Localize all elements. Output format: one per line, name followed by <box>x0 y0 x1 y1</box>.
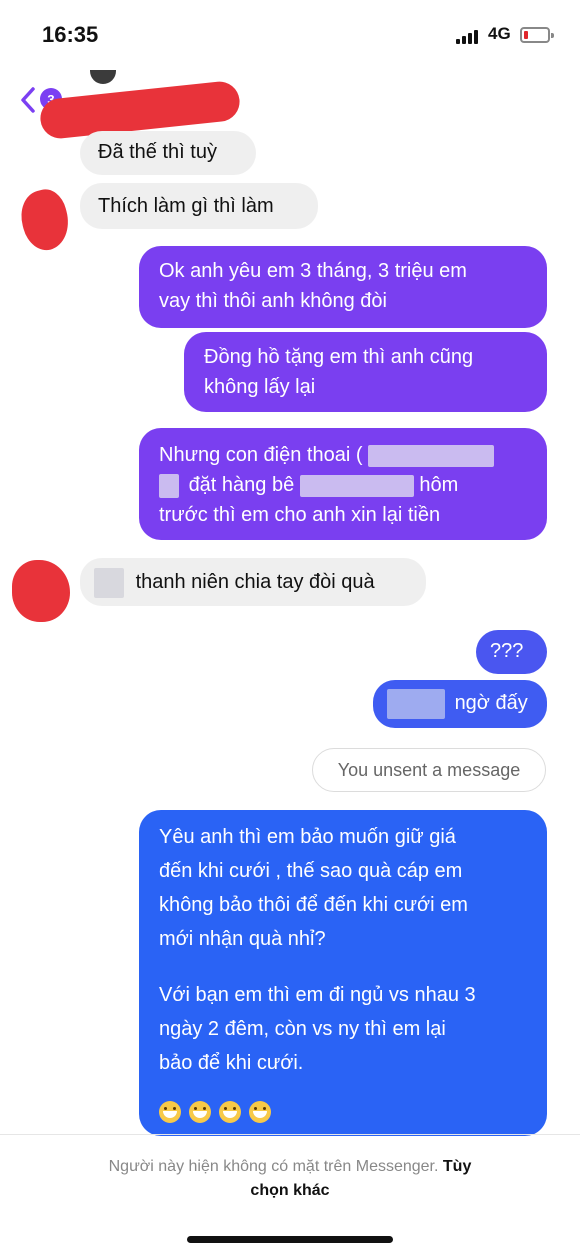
battery-icon <box>520 27 554 43</box>
redacted-avatar <box>15 185 75 255</box>
message-bubble-incoming[interactable]: Đã thế thì tuỳ <box>80 131 256 175</box>
message-text: Thích làm gì thì làm <box>98 195 274 217</box>
message-line: trước thì em cho anh xin lại tiền <box>159 504 441 526</box>
blurred-text <box>94 567 124 598</box>
grinning-face-icon <box>249 1100 271 1123</box>
footer-text: Người này hiện không có mặt trên Messeng… <box>108 1158 439 1175</box>
message-line: Ok anh yêu em 3 tháng, 3 triệu em <box>159 260 467 282</box>
message-line: ngày 2 đêm, còn vs ny thì em lại <box>159 1018 446 1040</box>
offline-footer: Người này hiện không có mặt trên Messeng… <box>0 1134 580 1224</box>
message-line: không bảo thôi để đến khi cưới em <box>159 894 468 916</box>
message-bubble-incoming[interactable]: Thích làm gì thì làm <box>80 183 318 229</box>
message-bubble-outgoing[interactable]: Nhưng con điện thoai ( đặt hàng bê hôm t… <box>139 428 547 540</box>
message-bubble-outgoing[interactable]: Yêu anh thì em bảo muốn giữ giá đến khi … <box>139 810 547 1136</box>
message-text: ngờ đấy <box>454 692 528 714</box>
message-bubble-incoming[interactable]: thanh niên chia tay đòi quà <box>80 558 426 606</box>
message-bubble-outgoing[interactable]: ngờ đấy <box>373 680 547 728</box>
status-bar: 16:35 4G <box>0 0 580 70</box>
signal-icon <box>456 30 482 44</box>
message-line: đến khi cưới , thế sao quà cáp em <box>159 860 463 882</box>
message-line: không lấy lại <box>204 376 316 398</box>
message-line: Nhưng con điện thoai ( <box>159 440 527 470</box>
back-arrow-icon[interactable] <box>18 86 38 114</box>
blurred-text <box>387 688 445 719</box>
message-line: bảo để khi cưới. <box>159 1052 304 1074</box>
message-line: Đồng hồ tặng em thì anh cũng <box>204 346 474 368</box>
unsent-message-notice: You unsent a message <box>312 748 546 792</box>
blurred-text <box>159 473 179 498</box>
network-type: 4G <box>488 24 511 43</box>
grinning-face-icon <box>159 1100 181 1123</box>
other-options-link[interactable]: chọn khác <box>250 1182 329 1199</box>
redacted-avatar <box>12 560 70 622</box>
emoji-row <box>159 1094 527 1128</box>
message-line: Với bạn em thì em đi ngủ vs nhau 3 <box>159 984 476 1006</box>
message-bubble-outgoing[interactable]: Ok anh yêu em 3 tháng, 3 triệu em vay th… <box>139 246 547 328</box>
blurred-text <box>299 474 414 497</box>
grinning-face-icon <box>189 1100 211 1123</box>
blurred-text <box>368 444 495 467</box>
avatar[interactable] <box>90 70 116 84</box>
home-indicator[interactable] <box>187 1236 393 1243</box>
message-line: vay thì thôi anh không đòi <box>159 290 387 312</box>
message-text: ??? <box>490 640 524 662</box>
message-bubble-outgoing[interactable]: ??? <box>476 630 547 674</box>
message-line: Yêu anh thì em bảo muốn giữ giá <box>159 826 456 848</box>
message-text: Đã thế thì tuỳ <box>98 141 217 163</box>
message-bubble-outgoing[interactable]: Đồng hồ tặng em thì anh cũng không lấy l… <box>184 332 547 412</box>
clock: 16:35 <box>42 22 99 47</box>
message-text: thanh niên chia tay đòi quà <box>135 571 375 593</box>
message-line: đặt hàng bê hôm <box>159 470 527 500</box>
grinning-face-icon <box>219 1100 241 1123</box>
chat-header: 3 <box>0 70 580 141</box>
message-line: mới nhận quà nhỉ? <box>159 928 326 950</box>
other-options-link[interactable]: Tùy <box>443 1158 471 1175</box>
